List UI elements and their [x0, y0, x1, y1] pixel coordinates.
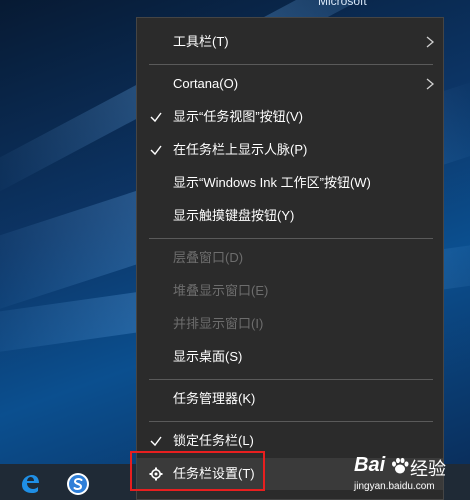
- desktop-window-title: Microsoft: [318, 0, 367, 8]
- menu-item-label: 任务管理器(K): [173, 391, 256, 406]
- menu-separator: [149, 64, 433, 65]
- menu-item-side-by-side-windows: 并排显示窗口(I): [137, 308, 443, 340]
- menu-item-show-desktop[interactable]: 显示桌面(S): [137, 341, 443, 373]
- menu-item-show-touch-keyboard-button[interactable]: 显示触摸键盘按钮(Y): [137, 200, 443, 232]
- chevron-right-icon: [426, 78, 435, 90]
- paw-icon: [392, 457, 409, 474]
- menu-item-cortana[interactable]: Cortana(O): [137, 68, 443, 100]
- menu-item-label: 显示触摸键盘按钮(Y): [173, 208, 295, 223]
- sogou-browser-icon[interactable]: [66, 472, 90, 496]
- menu-item-label: 层叠窗口(D): [173, 250, 244, 265]
- menu-item-stack-windows: 堆叠显示窗口(E): [137, 275, 443, 307]
- chevron-right-icon: [426, 36, 435, 48]
- menu-item-label: 工具栏(T): [173, 34, 229, 49]
- watermark-brand: Bai: [354, 454, 386, 476]
- menu-item-label: 在任务栏上显示人脉(P): [173, 142, 308, 157]
- menu-item-label: 并排显示窗口(I): [173, 316, 264, 331]
- menu-separator: [149, 379, 433, 380]
- menu-item-show-task-view-button[interactable]: 显示“任务视图”按钮(V): [137, 101, 443, 133]
- taskbar-context-menu: 工具栏(T) Cortana(O) 显示“任务视图”按钮(V) 在任务栏上显示人…: [136, 17, 444, 500]
- baidu-jingyan-watermark: Bai 经验 jingyan.baidu.com: [352, 452, 468, 498]
- menu-separator: [149, 421, 433, 422]
- highlight-box: [130, 451, 265, 491]
- edge-icon[interactable]: [18, 472, 42, 496]
- menu-item-show-people[interactable]: 在任务栏上显示人脉(P): [137, 134, 443, 166]
- menu-separator: [149, 238, 433, 239]
- watermark-url: jingyan.baidu.com: [354, 481, 435, 492]
- menu-item-cascade-windows: 层叠窗口(D): [137, 242, 443, 274]
- checkmark-icon: [150, 145, 162, 156]
- menu-item-label: 显示“任务视图”按钮(V): [173, 109, 303, 124]
- menu-item-label: Cortana(O): [173, 76, 239, 91]
- menu-item-label: 显示桌面(S): [173, 349, 243, 364]
- menu-item-task-manager[interactable]: 任务管理器(K): [137, 383, 443, 415]
- menu-item-toolbars[interactable]: 工具栏(T): [137, 26, 443, 58]
- watermark-brand-suffix: 经验: [410, 459, 446, 480]
- menu-item-label: 显示“Windows Ink 工作区”按钮(W): [173, 175, 371, 190]
- menu-item-show-windows-ink-button[interactable]: 显示“Windows Ink 工作区”按钮(W): [137, 167, 443, 199]
- checkmark-icon: [150, 112, 162, 123]
- menu-item-label: 堆叠显示窗口(E): [173, 283, 269, 298]
